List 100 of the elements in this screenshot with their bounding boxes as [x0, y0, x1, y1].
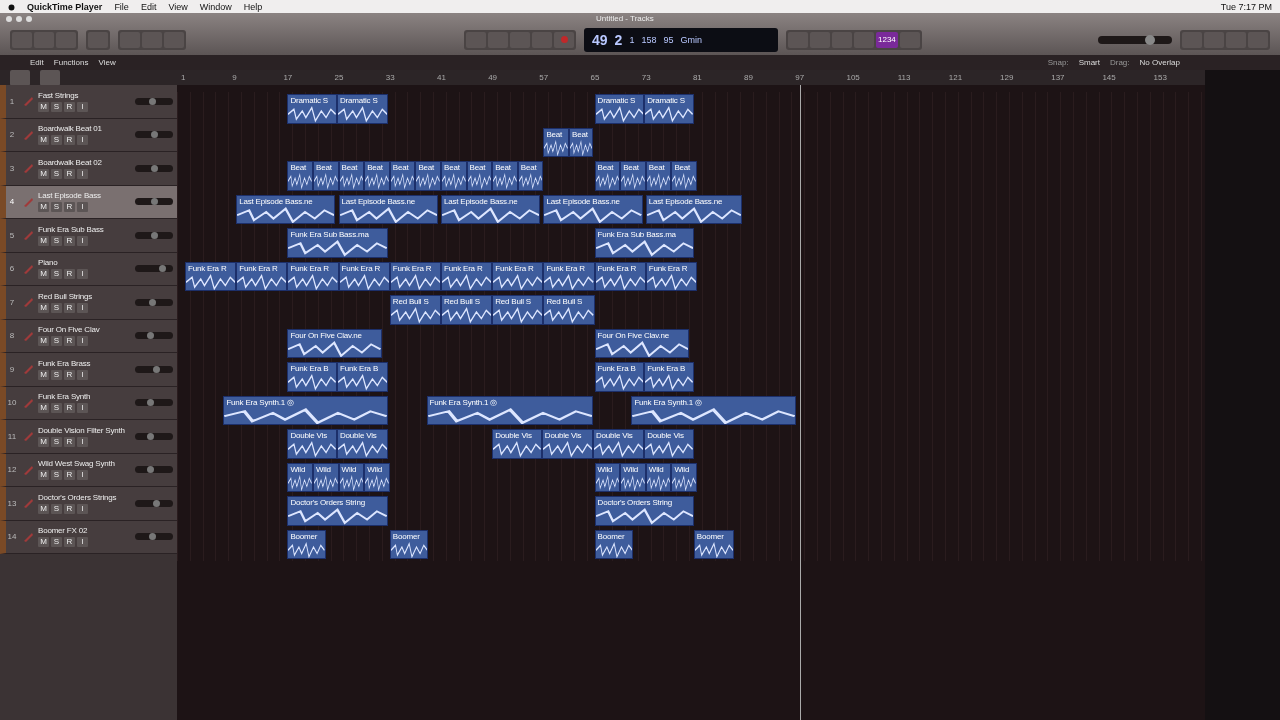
audio-region[interactable]: Beat [415, 161, 441, 191]
track-toggle-button[interactable]: M [38, 336, 49, 347]
audio-region[interactable]: Beat [517, 161, 544, 191]
track-toggle-button[interactable]: S [51, 135, 62, 146]
audio-region[interactable]: Last Episode Bass.ne [645, 194, 742, 224]
track-toggle-button[interactable]: R [64, 235, 75, 246]
audio-region[interactable]: Funk Era B [337, 362, 389, 392]
audio-region[interactable]: Boomer [594, 529, 633, 559]
track-toggle-button[interactable]: M [38, 537, 49, 548]
audio-region[interactable]: Funk Era R [236, 261, 288, 291]
zoom-button[interactable] [26, 15, 32, 22]
track-toggle-button[interactable]: S [51, 537, 62, 548]
audio-region[interactable]: Dramatic S [644, 94, 694, 124]
audio-region[interactable]: Wild [338, 462, 365, 492]
audio-region[interactable]: Funk Era R [645, 261, 697, 291]
audio-region[interactable]: Funk Era R [594, 261, 646, 291]
audio-region[interactable]: Beat [287, 161, 313, 191]
audio-region[interactable]: Beat [313, 161, 339, 191]
track-toggle-button[interactable]: M [38, 503, 49, 514]
slider-thumb[interactable] [147, 466, 155, 474]
slider-thumb[interactable] [151, 164, 158, 172]
slider-thumb[interactable] [151, 131, 158, 139]
track-toggle-button[interactable]: S [51, 202, 62, 213]
track-toggle-button[interactable]: R [64, 269, 75, 280]
audio-region[interactable]: Doctor's Orders String [594, 496, 694, 526]
audio-region[interactable]: Last Episode Bass.ne [236, 194, 336, 224]
audio-region[interactable]: Wild [620, 462, 646, 492]
audio-region[interactable]: Funk Era R [543, 261, 595, 291]
track-toggle-button[interactable]: R [64, 503, 75, 514]
audio-region[interactable]: Wild [594, 462, 621, 492]
track-toggle-button[interactable]: I [77, 336, 88, 347]
track-toggle-button[interactable]: M [38, 403, 49, 414]
track-toggle-button[interactable]: M [38, 436, 49, 447]
menu-item[interactable]: Window [199, 1, 232, 12]
audio-region[interactable]: Funk Era R [185, 261, 237, 291]
audio-region[interactable]: Funk Era R [389, 261, 441, 291]
track-toggle-button[interactable]: R [64, 436, 75, 447]
volume-slider[interactable] [135, 231, 173, 239]
track-header[interactable]: 9 Funk Era Brass M S R I [0, 353, 177, 387]
slider-thumb[interactable] [158, 265, 166, 273]
menu-item[interactable]: Help [243, 1, 263, 12]
track-toggle-button[interactable]: R [64, 336, 75, 347]
track-toggle-button[interactable]: M [38, 101, 49, 112]
audio-region[interactable]: Funk Era Synth.1 ◎ [223, 395, 389, 425]
track-header[interactable]: 11 Double Vision Filter Synth M S R I [0, 420, 177, 454]
audio-region[interactable]: Beat [594, 161, 621, 191]
audio-region[interactable]: Wild [671, 462, 697, 492]
audio-region[interactable]: Red Bull S [543, 295, 595, 325]
track-toggle-button[interactable]: I [77, 403, 88, 414]
track-toggle-button[interactable]: S [51, 302, 62, 313]
audio-region[interactable]: Double Vis [287, 429, 337, 459]
snap-menu[interactable]: Smart [1078, 58, 1100, 67]
track-header[interactable]: 7 Red Bull Strings M S R I [0, 286, 177, 320]
track-toggle-button[interactable]: S [51, 369, 62, 380]
track-header[interactable]: 13 Doctor's Orders Strings M S R I [0, 487, 177, 521]
track-header[interactable]: 4 Last Episode Bass M S R I [0, 185, 177, 219]
track-toggle-button[interactable]: I [77, 537, 88, 548]
audio-region[interactable]: Four On Five Clav.ne [287, 328, 382, 358]
volume-slider[interactable] [135, 332, 173, 340]
slider-thumb[interactable] [152, 499, 160, 507]
track-toggle-button[interactable]: M [38, 168, 49, 179]
track-toggle-button[interactable]: I [77, 369, 88, 380]
slider-thumb[interactable] [147, 432, 155, 440]
audio-region[interactable]: Beat [364, 161, 390, 191]
audio-region[interactable]: Funk Era R [338, 261, 390, 291]
track-toggle-button[interactable]: I [77, 436, 88, 447]
track-toggle-button[interactable]: S [51, 336, 62, 347]
audio-region[interactable]: Boomer [389, 529, 429, 559]
track-toggle-button[interactable]: I [77, 302, 88, 313]
slider-thumb[interactable] [147, 399, 155, 407]
audio-region[interactable]: Beat [645, 161, 672, 191]
go-to-start-button[interactable] [510, 31, 530, 48]
track-toggle-button[interactable]: M [38, 202, 49, 213]
track-toggle-button[interactable]: R [64, 101, 75, 112]
slider-thumb[interactable] [149, 298, 157, 306]
track-toggle-button[interactable]: M [38, 235, 49, 246]
track-toggle-button[interactable]: M [38, 302, 49, 313]
slider-thumb[interactable] [151, 231, 158, 239]
audio-region[interactable]: Beat [569, 127, 593, 157]
slider-thumb[interactable] [151, 198, 158, 206]
track-toggle-button[interactable]: S [51, 436, 62, 447]
track-toggle-button[interactable]: S [51, 101, 62, 112]
track-toggle-button[interactable]: I [77, 470, 88, 481]
volume-slider[interactable] [135, 97, 173, 105]
audio-region[interactable]: Funk Era B [644, 362, 694, 392]
track-header[interactable]: 14 Boomer FX 02 M S R I [0, 520, 177, 554]
track-toggle-button[interactable]: R [64, 135, 75, 146]
control-menu[interactable]: Functions [53, 58, 89, 67]
track-header[interactable]: 3 Boardwalk Beat 02 M S R I [0, 152, 177, 186]
track-toggle-button[interactable]: R [64, 537, 75, 548]
count-in-button[interactable]: 1234 [876, 31, 898, 48]
track-toggle-button[interactable]: I [77, 503, 88, 514]
slider-thumb[interactable] [1144, 34, 1155, 45]
track-toggle-button[interactable]: I [77, 135, 88, 146]
audio-region[interactable]: Beat [466, 161, 493, 191]
audio-region[interactable]: Beat [338, 161, 365, 191]
track-header[interactable]: 10 Funk Era Synth M S R I [0, 386, 177, 420]
track-toggle-button[interactable]: I [77, 101, 88, 112]
track-header[interactable]: 12 Wild West Swag Synth M S R I [0, 453, 177, 487]
track-header[interactable]: 8 Four On Five Clav M S R I [0, 319, 177, 353]
